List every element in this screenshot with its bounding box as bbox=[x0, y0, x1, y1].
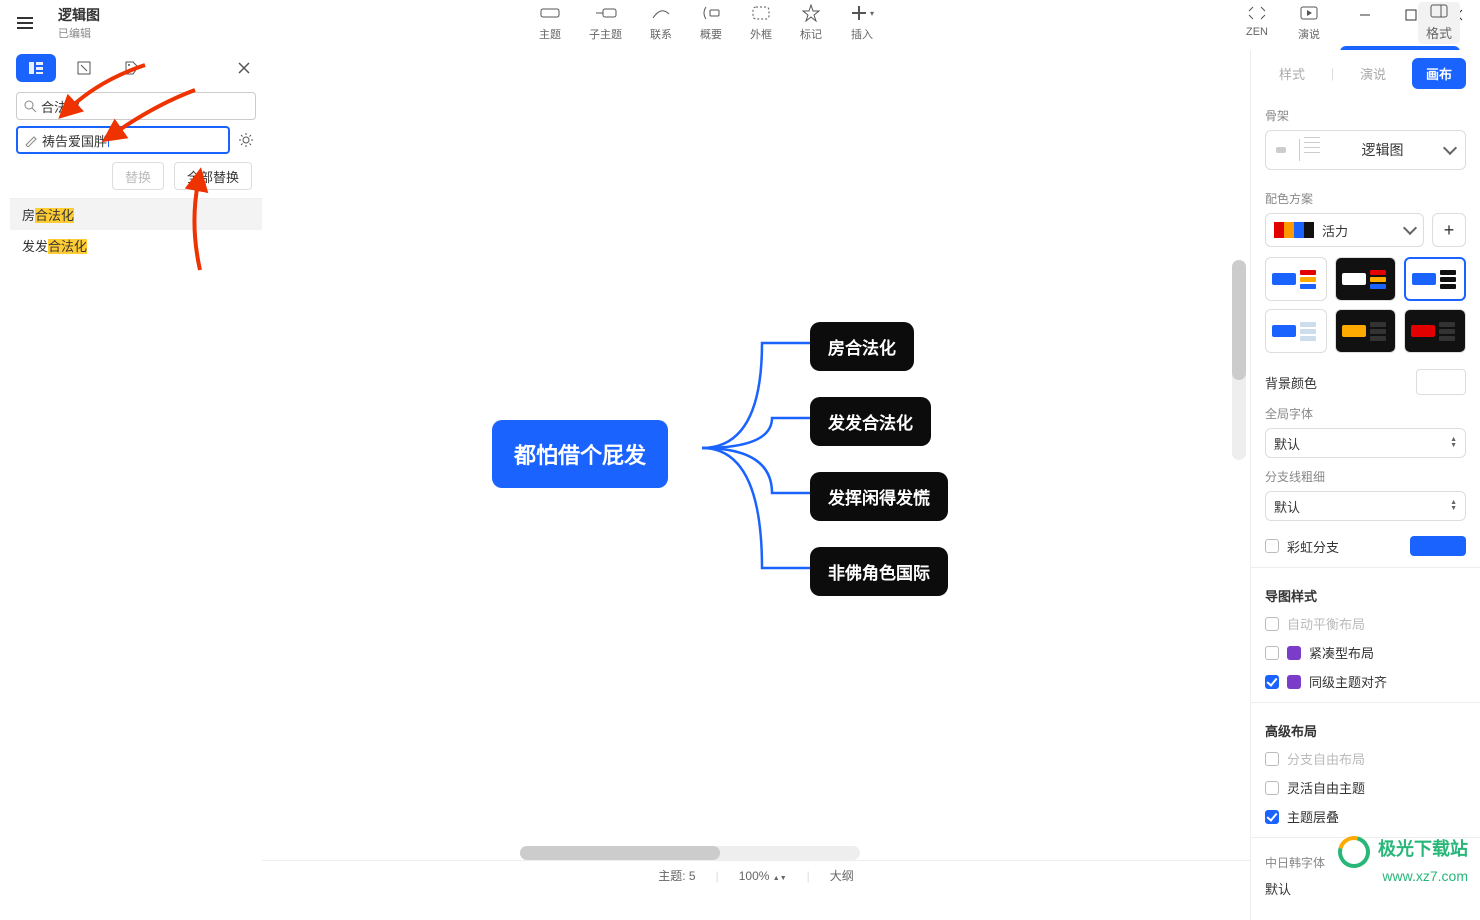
tags-tab-icon[interactable] bbox=[112, 54, 152, 82]
find-replace-panel: 合法化 祷告爱国胖 替换 全部替换 房合法化 发发合法化 bbox=[10, 50, 262, 261]
watermark-logo-icon bbox=[1333, 830, 1377, 874]
tool-relationship[interactable]: 联系 bbox=[650, 2, 672, 42]
tool-insert[interactable]: ▾插入 bbox=[850, 2, 874, 42]
root-topic[interactable]: 都怕借个屁发 bbox=[492, 420, 668, 488]
font-label: 全局字体 bbox=[1265, 405, 1466, 422]
rainbow-checkbox[interactable] bbox=[1265, 539, 1279, 553]
theme-tile[interactable] bbox=[1265, 257, 1327, 301]
format-panel: 样式 | 演说 画布 骨架 逻辑图 配色方案 活力 + bbox=[1250, 50, 1480, 920]
document-status: 已编辑 bbox=[58, 25, 100, 41]
tab-pitch[interactable]: 演说 bbox=[1346, 58, 1400, 89]
advanced-title: 高级布局 bbox=[1251, 709, 1480, 744]
premium-icon bbox=[1287, 646, 1301, 660]
sub-topic[interactable]: 发挥闲得发慌 bbox=[810, 472, 948, 521]
free-branch-checkbox bbox=[1265, 752, 1279, 766]
sub-topic[interactable]: 非佛角色国际 bbox=[810, 547, 948, 596]
sub-topic[interactable]: 发发合法化 bbox=[810, 397, 931, 446]
pencil-icon bbox=[24, 133, 38, 147]
skeleton-icon bbox=[1276, 137, 1320, 163]
add-scheme-button[interactable]: + bbox=[1432, 213, 1466, 247]
tool-topic[interactable]: 主题 bbox=[539, 2, 561, 42]
branch-label: 分支线粗细 bbox=[1265, 468, 1466, 485]
tool-pitch[interactable]: 演说 bbox=[1298, 2, 1320, 42]
premium-icon bbox=[1287, 675, 1301, 689]
vertical-scrollbar[interactable] bbox=[1232, 260, 1246, 460]
sub-topic[interactable]: 房合法化 bbox=[810, 322, 914, 371]
theme-tile[interactable] bbox=[1335, 257, 1397, 301]
format-panel-toggle[interactable]: 格式 bbox=[1418, 2, 1460, 44]
bg-color-picker[interactable] bbox=[1416, 369, 1466, 395]
skeleton-select[interactable]: 逻辑图 bbox=[1265, 130, 1466, 170]
scheme-label: 配色方案 bbox=[1265, 190, 1466, 207]
outline-tab-icon[interactable] bbox=[16, 54, 56, 82]
compact-checkbox[interactable] bbox=[1265, 646, 1279, 660]
tool-subtopic[interactable]: 子主题 bbox=[589, 2, 622, 42]
search-result[interactable]: 房合法化 bbox=[10, 199, 262, 230]
horizontal-scrollbar[interactable] bbox=[520, 846, 860, 860]
tool-summary[interactable]: 概要 bbox=[700, 2, 722, 42]
minimize-button[interactable] bbox=[1342, 0, 1388, 30]
rainbow-label: 彩虹分支 bbox=[1287, 537, 1339, 556]
theme-tile[interactable] bbox=[1335, 309, 1397, 353]
status-bar: 主题: 5 | 100% ▲▼ | 大纲 bbox=[262, 860, 1250, 890]
free-topic-checkbox[interactable] bbox=[1265, 781, 1279, 795]
skeleton-label: 骨架 bbox=[1265, 107, 1466, 124]
search-settings-icon[interactable] bbox=[236, 130, 256, 150]
replace-button[interactable]: 替换 bbox=[112, 162, 164, 190]
tab-canvas[interactable]: 画布 bbox=[1412, 58, 1466, 89]
scheme-swatches bbox=[1274, 222, 1314, 238]
map-style-title: 导图样式 bbox=[1251, 574, 1480, 609]
tab-style[interactable]: 样式 bbox=[1265, 58, 1319, 89]
search-result[interactable]: 发发合法化 bbox=[10, 230, 262, 261]
bg-color-label: 背景颜色 bbox=[1265, 373, 1317, 392]
replace-input[interactable]: 祷告爱国胖 bbox=[16, 126, 230, 154]
zoom-control[interactable]: 100% ▲▼ bbox=[739, 869, 787, 883]
auto-balance-checkbox bbox=[1265, 617, 1279, 631]
tool-boundary[interactable]: 外框 bbox=[750, 2, 772, 42]
theme-tile[interactable] bbox=[1404, 257, 1466, 301]
replace-all-button[interactable]: 全部替换 bbox=[174, 162, 252, 190]
search-icon bbox=[23, 99, 37, 113]
global-font-select[interactable]: 默认▲▼ bbox=[1265, 428, 1466, 458]
search-input[interactable]: 合法化 bbox=[16, 92, 256, 120]
document-title: 逻辑图 bbox=[58, 5, 100, 25]
align-checkbox[interactable] bbox=[1265, 675, 1279, 689]
topic-count: 5 bbox=[689, 869, 696, 883]
overlap-checkbox[interactable] bbox=[1265, 810, 1279, 824]
outline-toggle[interactable]: 大纲 bbox=[830, 867, 854, 884]
main-toolbar: 主题 子主题 联系 概要 外框 标记 ▾插入 bbox=[539, 2, 874, 42]
menu-button[interactable] bbox=[10, 17, 40, 29]
tool-zen[interactable]: ZEN bbox=[1246, 2, 1268, 42]
watermark: 极光下载站 www.xz7.com bbox=[1338, 835, 1468, 884]
theme-tile[interactable] bbox=[1404, 309, 1466, 353]
chevron-down-icon bbox=[1443, 141, 1457, 155]
chevron-down-icon bbox=[1403, 221, 1417, 235]
theme-tile[interactable] bbox=[1265, 309, 1327, 353]
tool-marker[interactable]: 标记 bbox=[800, 2, 822, 42]
notes-tab-icon[interactable] bbox=[64, 54, 104, 82]
close-panel-icon[interactable] bbox=[232, 56, 256, 80]
rainbow-preview[interactable] bbox=[1410, 536, 1466, 556]
color-scheme-select[interactable]: 活力 bbox=[1265, 213, 1424, 247]
mindmap-canvas[interactable]: 都怕借个屁发 房合法化 发发合法化 发挥闲得发慌 非佛角色国际 bbox=[262, 50, 1250, 860]
branch-width-select[interactable]: 默认▲▼ bbox=[1265, 491, 1466, 521]
